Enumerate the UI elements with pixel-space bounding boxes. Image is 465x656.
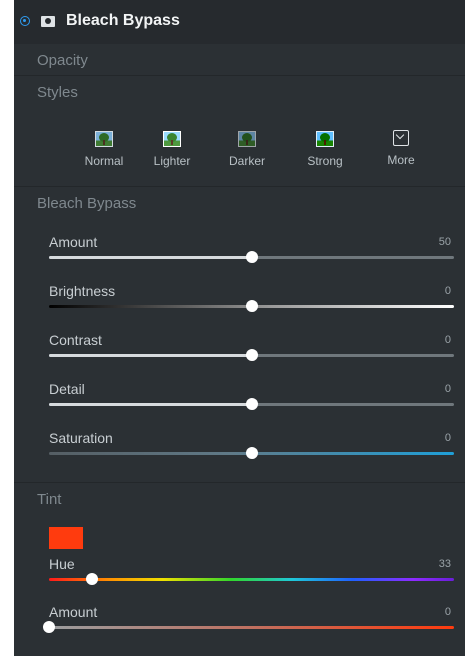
style-normal-button[interactable]: Normal <box>74 128 134 172</box>
filter-header[interactable]: Bleach Bypass <box>14 0 465 44</box>
slider-handle[interactable] <box>85 573 98 585</box>
brightness-slider[interactable] <box>49 300 454 312</box>
slider-handle[interactable] <box>245 398 258 410</box>
bleach-bypass-panel: Bleach Bypass Opacity Styles Normal Ligh… <box>14 0 465 656</box>
style-label: More <box>387 153 415 167</box>
slider-value[interactable]: 50 <box>439 236 451 248</box>
slider-fill <box>49 403 252 406</box>
slider-value[interactable]: 33 <box>439 558 451 570</box>
detail-slider[interactable] <box>49 398 454 410</box>
style-label: Darker <box>228 154 265 168</box>
bleach-bypass-section-label: Bleach Bypass <box>37 195 137 212</box>
filter-title: Bleach Bypass <box>66 12 180 29</box>
slider-handle[interactable] <box>43 621 55 633</box>
chevron-down-box-icon <box>393 130 409 146</box>
slider-value[interactable]: 0 <box>445 432 451 444</box>
camera-icon <box>41 16 55 27</box>
slider-label: Saturation <box>49 430 113 446</box>
hue-slider-row: Hue 33 <box>14 556 465 592</box>
slider-label: Hue <box>49 556 75 572</box>
style-lighter-button[interactable]: Lighter <box>142 128 202 172</box>
slider-label: Contrast <box>49 332 102 348</box>
slider-handle[interactable] <box>245 447 258 459</box>
style-label: Strong <box>307 154 343 168</box>
detail-slider-row: Detail 0 <box>14 381 465 417</box>
saturation-slider-row: Saturation 0 <box>14 430 465 466</box>
slider-label: Amount <box>49 234 98 250</box>
hue-slider[interactable] <box>49 573 454 585</box>
slider-label: Detail <box>49 381 85 397</box>
slider-handle[interactable] <box>245 251 258 263</box>
amount-slider[interactable] <box>49 251 454 263</box>
style-label: Lighter <box>153 154 191 168</box>
tree-thumbnail-icon <box>316 131 334 147</box>
slider-handle[interactable] <box>245 349 258 361</box>
tint-color-swatch[interactable] <box>49 527 83 549</box>
slider-value[interactable]: 0 <box>445 606 451 618</box>
styles-section-label: Styles <box>37 84 78 101</box>
divider <box>14 482 465 483</box>
slider-value[interactable]: 0 <box>445 334 451 346</box>
slider-value[interactable]: 0 <box>445 383 451 395</box>
style-darker-button[interactable]: Darker <box>217 128 277 172</box>
tree-thumbnail-icon <box>238 131 256 147</box>
saturation-slider[interactable] <box>49 447 454 459</box>
slider-label: Amount <box>49 604 98 620</box>
brightness-slider-row: Brightness 0 <box>14 283 465 319</box>
tree-thumbnail-icon <box>163 131 181 147</box>
style-more-button[interactable]: More <box>371 128 431 172</box>
slider-fill <box>49 256 252 259</box>
divider <box>14 186 465 187</box>
amount-slider-row: Amount 50 <box>14 234 465 270</box>
tint-amount-slider[interactable] <box>43 621 454 633</box>
slider-fill <box>49 354 252 357</box>
slider-label: Brightness <box>49 283 116 299</box>
divider <box>14 75 465 76</box>
style-strong-button[interactable]: Strong <box>295 128 355 172</box>
contrast-slider-row: Contrast 0 <box>14 332 465 368</box>
slider-handle[interactable] <box>245 300 258 312</box>
style-label: Normal <box>84 154 124 168</box>
opacity-section-label[interactable]: Opacity <box>37 52 88 69</box>
tint-amount-slider-row: Amount 0 <box>14 604 465 640</box>
slider-value[interactable]: 0 <box>445 285 451 297</box>
contrast-slider[interactable] <box>49 349 454 361</box>
tree-thumbnail-icon <box>95 131 113 147</box>
enable-radio-icon[interactable] <box>20 16 30 26</box>
tint-section-label: Tint <box>37 491 62 508</box>
